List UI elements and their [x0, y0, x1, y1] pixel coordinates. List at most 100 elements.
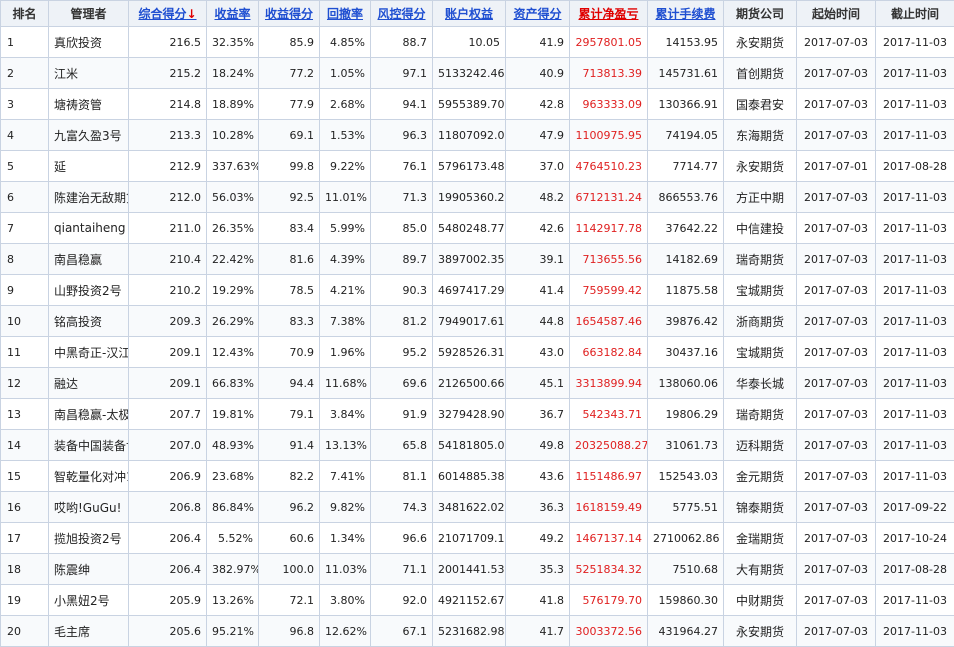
score-cell: 206.4 [129, 523, 207, 554]
score-sort-header[interactable]: 综合得分↓ [129, 1, 207, 27]
table-row: 19小黑妞2号205.913.26%72.13.80%92.04921152.6… [1, 585, 954, 616]
rank-cell: 12 [1, 368, 49, 399]
broker-cell: 大有期货 [724, 554, 797, 585]
return-rate-cell: 12.43% [207, 337, 259, 368]
net-profit-cell: 663182.84 [570, 337, 648, 368]
drawdown-cell: 1.53% [320, 120, 371, 151]
return-score-cell: 92.5 [259, 182, 320, 213]
rank-cell: 16 [1, 492, 49, 523]
net-profit-sort-header[interactable]: 累计净盈亏 [570, 1, 648, 27]
drawdown-cell: 11.68% [320, 368, 371, 399]
fees-cell: 7714.77 [648, 151, 724, 182]
drawdown-cell: 11.01% [320, 182, 371, 213]
fees-cell: 19806.29 [648, 399, 724, 430]
manager-cell: 塘祷资管 [49, 89, 129, 120]
asset-score-cell: 41.9 [506, 27, 570, 58]
score-cell: 206.4 [129, 554, 207, 585]
asset-score-cell: 44.8 [506, 306, 570, 337]
score-cell: 206.9 [129, 461, 207, 492]
header-row: 排名 管理者 综合得分↓ 收益率 收益得分 回撤率 风控得分 账户权益 资产得分… [1, 1, 954, 27]
equity-cell: 2001441.53 [433, 554, 506, 585]
fees-cell: 14153.95 [648, 27, 724, 58]
net-profit-cell: 713813.39 [570, 58, 648, 89]
net-profit-cell: 576179.70 [570, 585, 648, 616]
drawdown-cell: 11.03% [320, 554, 371, 585]
net-profit-cell: 963333.09 [570, 89, 648, 120]
return-score-cell: 77.9 [259, 89, 320, 120]
broker-cell: 瑞奇期货 [724, 399, 797, 430]
broker-cell: 浙商期货 [724, 306, 797, 337]
equity-cell: 11807092.00 [433, 120, 506, 151]
return-rate-cell: 95.21% [207, 616, 259, 647]
asset-score-sort-header[interactable]: 资产得分 [506, 1, 570, 27]
fees-cell: 74194.05 [648, 120, 724, 151]
drawdown-cell: 3.84% [320, 399, 371, 430]
manager-cell: 山野投资2号 [49, 275, 129, 306]
manager-cell: 装备中国装备世 [49, 430, 129, 461]
return-rate-cell: 23.68% [207, 461, 259, 492]
return-rate-sort-header[interactable]: 收益率 [207, 1, 259, 27]
manager-cell: qiantaiheng [49, 213, 129, 244]
broker-cell: 方正中期 [724, 182, 797, 213]
score-header-label: 综合得分 [138, 7, 186, 21]
broker-cell: 迈科期货 [724, 430, 797, 461]
return-rate-cell: 18.89% [207, 89, 259, 120]
equity-cell: 5928526.31 [433, 337, 506, 368]
net-profit-cell: 4764510.23 [570, 151, 648, 182]
broker-cell: 永安期货 [724, 616, 797, 647]
return-score-sort-header[interactable]: 收益得分 [259, 1, 320, 27]
broker-cell: 永安期货 [724, 151, 797, 182]
fees-sort-header[interactable]: 累计手续费 [648, 1, 724, 27]
equity-sort-header[interactable]: 账户权益 [433, 1, 506, 27]
manager-cell: 智乾量化对冲1- [49, 461, 129, 492]
start-time-cell: 2017-07-03 [797, 27, 876, 58]
end-time-cell: 2017-11-03 [876, 399, 954, 430]
score-cell: 207.0 [129, 430, 207, 461]
rank-cell: 19 [1, 585, 49, 616]
equity-cell: 6014885.38 [433, 461, 506, 492]
end-time-cell: 2017-11-03 [876, 616, 954, 647]
asset-score-cell: 41.8 [506, 585, 570, 616]
table-row: 11中黑奇正-汉江3209.112.43%70.91.96%95.2592852… [1, 337, 954, 368]
net-profit-cell: 5251834.32 [570, 554, 648, 585]
end-time-cell: 2017-11-03 [876, 120, 954, 151]
table-row: 4九富久盈3号213.310.28%69.11.53%96.311807092.… [1, 120, 954, 151]
end-time-cell: 2017-11-03 [876, 368, 954, 399]
equity-cell: 5231682.98 [433, 616, 506, 647]
asset-score-cell: 48.2 [506, 182, 570, 213]
return-rate-cell: 56.03% [207, 182, 259, 213]
broker-cell: 宝城期货 [724, 337, 797, 368]
start-time-cell: 2017-07-03 [797, 461, 876, 492]
return-rate-cell: 26.35% [207, 213, 259, 244]
start-time-cell: 2017-07-03 [797, 523, 876, 554]
manager-cell: 小黑妞2号 [49, 585, 129, 616]
net-profit-cell: 3003372.56 [570, 616, 648, 647]
drawdown-cell: 1.96% [320, 337, 371, 368]
asset-score-cell: 45.1 [506, 368, 570, 399]
table-row: 14装备中国装备世207.048.93%91.413.13%65.8541818… [1, 430, 954, 461]
manager-cell: 陈震绅 [49, 554, 129, 585]
asset-score-cell: 47.9 [506, 120, 570, 151]
rank-cell: 5 [1, 151, 49, 182]
asset-score-cell: 40.9 [506, 58, 570, 89]
fees-cell: 152543.03 [648, 461, 724, 492]
manager-cell: 真欣投资 [49, 27, 129, 58]
asset-score-cell: 43.0 [506, 337, 570, 368]
return-score-cell: 72.1 [259, 585, 320, 616]
return-rate-cell: 18.24% [207, 58, 259, 89]
drawdown-cell: 7.38% [320, 306, 371, 337]
broker-cell: 首创期货 [724, 58, 797, 89]
net-profit-cell: 1142917.78 [570, 213, 648, 244]
score-cell: 206.8 [129, 492, 207, 523]
table-row: 1真欣投资216.532.35%85.94.85%88.710.0541.929… [1, 27, 954, 58]
drawdown-sort-header[interactable]: 回撤率 [320, 1, 371, 27]
return-score-cell: 85.9 [259, 27, 320, 58]
return-score-cell: 91.4 [259, 430, 320, 461]
end-time-cell: 2017-11-03 [876, 585, 954, 616]
net-profit-cell: 3313899.94 [570, 368, 648, 399]
risk-score-sort-header[interactable]: 风控得分 [371, 1, 433, 27]
equity-cell: 54181805.04 [433, 430, 506, 461]
drawdown-cell: 1.34% [320, 523, 371, 554]
table-row: 13南昌稳赢-太极207.719.81%79.13.84%91.93279428… [1, 399, 954, 430]
return-rate-cell: 337.63% [207, 151, 259, 182]
